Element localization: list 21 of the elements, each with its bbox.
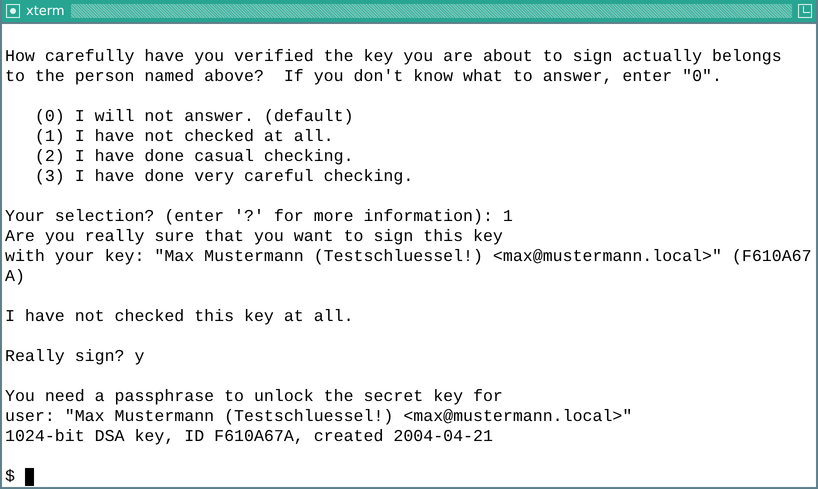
terminal-line: with your key: "Max Mustermann (Testschluessel!) <max@mustermann.local>" (F610A67 [5, 247, 813, 267]
terminal-line: (1) I have not checked at all. [34, 127, 335, 147]
terminal-line: (3) I have done very careful checking. [34, 167, 414, 187]
terminal-line: to the person named above? If you don't know what to answer, enter "0". [5, 67, 723, 87]
terminal-line: Your selection? (enter '?' for more information): 1 [5, 207, 514, 227]
terminal-line: user: "Max Mustermann (Testschluessel!) <max@mustermann.local>" [5, 407, 634, 427]
window-menu-button[interactable] [6, 4, 20, 18]
terminal-line: (0) I will not answer. (default) [34, 107, 355, 127]
terminal-line: Are you really sure that you want to sign this key [5, 227, 504, 247]
terminal-line: Really sign? y [5, 347, 146, 367]
window-title: xterm [26, 4, 65, 18]
terminal-line: 1024-bit DSA key, ID F610A67A, created 2004-04-21 [5, 427, 494, 447]
maximize-button[interactable] [798, 4, 812, 18]
terminal-line: I have not checked this key at all. [5, 307, 355, 327]
terminal-line: (2) I have done casual checking. [34, 147, 355, 167]
title-drag-area[interactable] [70, 4, 792, 18]
terminal-line: A) [5, 267, 26, 287]
terminal-line: You need a passphrase to unlock the secret key for [5, 387, 504, 407]
terminal-line: How carefully have you verified the key you are about to sign actually belongs [5, 47, 783, 67]
shell-prompt: $ [5, 467, 15, 487]
text-cursor [24, 468, 34, 486]
